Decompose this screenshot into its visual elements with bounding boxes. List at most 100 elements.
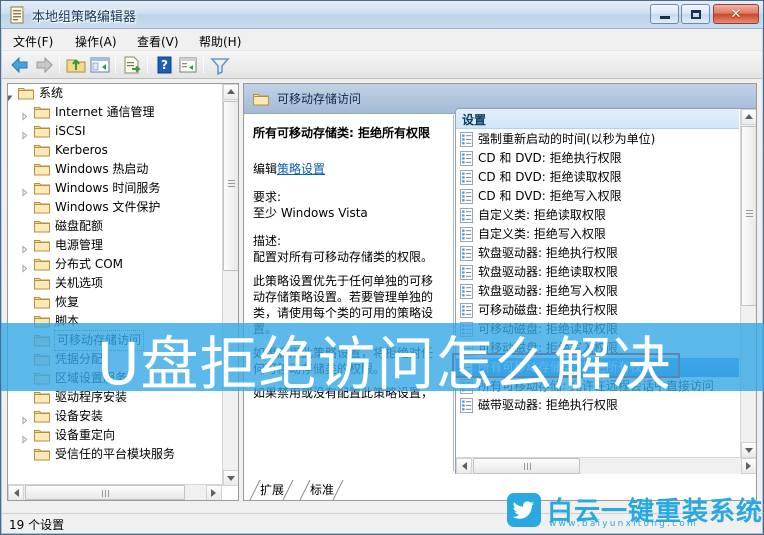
- console-tree[interactable]: 系统 Internet 通信管理 iSCSI Kerberos Windows 热启动 W…: [8, 84, 222, 486]
- tree-item-label: iSCSI: [55, 124, 86, 138]
- tree-item-label: 恢复: [55, 295, 80, 309]
- close-button[interactable]: ✕: [713, 4, 759, 24]
- folder-icon: [34, 447, 50, 461]
- console-tree-pane[interactable]: 系统 Internet 通信管理 iSCSI Kerberos Windows 热启动 W…: [7, 83, 239, 501]
- chevron-right-icon[interactable]: [20, 431, 29, 444]
- tree-scroll-down-button[interactable]: [223, 470, 238, 486]
- menu-item-view[interactable]: 查看(V): [130, 32, 186, 49]
- settings-list-item-label: 自定义类: 拒绝写入权限: [478, 227, 606, 241]
- chevron-right-icon[interactable]: [20, 127, 29, 140]
- tree-item[interactable]: 恢复: [8, 293, 222, 312]
- settings-list-item[interactable]: CD 和 DVD: 拒绝写入权限: [456, 187, 739, 206]
- settings-scroll-right-button[interactable]: [741, 458, 756, 474]
- title-bar[interactable]: 本地组策略编辑器 ✕: [1, 1, 763, 29]
- maximize-button[interactable]: [681, 4, 710, 24]
- up-folder-icon[interactable]: [64, 54, 88, 76]
- tab-standard[interactable]: 标准: [298, 480, 344, 500]
- edit-policy-link[interactable]: 策略设置: [277, 162, 325, 176]
- tree-scroll-thumb[interactable]: [223, 101, 238, 271]
- menu-item-file[interactable]: 文件(F): [6, 32, 60, 49]
- tree-item[interactable]: 系统: [8, 84, 222, 103]
- settings-scroll-thumb[interactable]: [741, 126, 756, 306]
- chevron-right-icon[interactable]: [20, 260, 29, 273]
- svg-text:?: ?: [161, 58, 168, 72]
- chevron-right-icon[interactable]: [20, 108, 29, 121]
- tree-item[interactable]: 磁盘配额: [8, 217, 222, 236]
- tree-item-label: Internet 通信管理: [55, 105, 155, 119]
- folder-icon: [34, 409, 50, 423]
- tree-item[interactable]: 设备重定向: [8, 426, 222, 445]
- folder-icon: [34, 295, 50, 309]
- menu-item-action[interactable]: 操作(A): [68, 32, 124, 49]
- toolbar-separator: [203, 56, 204, 74]
- tree-scroll-left-button[interactable]: [8, 485, 24, 500]
- tree-item[interactable]: iSCSI: [8, 122, 222, 141]
- settings-list-item[interactable]: CD 和 DVD: 拒绝执行权限: [456, 149, 739, 168]
- settings-list-item-label: CD 和 DVD: 拒绝读取权限: [478, 170, 622, 184]
- policy-setting-icon: [460, 189, 473, 204]
- forward-icon[interactable]: [32, 54, 56, 76]
- requirement-label: 要求:: [253, 190, 282, 204]
- tab-extended[interactable]: 扩展: [248, 480, 294, 500]
- filter-icon[interactable]: [208, 54, 232, 76]
- tree-item[interactable]: Windows 文件保护: [8, 198, 222, 217]
- tree-scroll-right-button[interactable]: [206, 485, 222, 500]
- tree-item[interactable]: 分布式 COM: [8, 255, 222, 274]
- settings-list-item[interactable]: 自定义类: 拒绝读取权限: [456, 206, 739, 225]
- folder-icon: [34, 143, 50, 157]
- tree-item[interactable]: 电源管理: [8, 236, 222, 255]
- tree-horizontal-scrollbar[interactable]: [8, 484, 222, 500]
- tree-item[interactable]: Internet 通信管理: [8, 103, 222, 122]
- toolbar-separator: [147, 56, 148, 74]
- folder-icon: [34, 162, 50, 176]
- help-icon[interactable]: ?: [152, 54, 176, 76]
- settings-scroll-down-button[interactable]: [741, 442, 756, 458]
- window-title: 本地组策略编辑器: [32, 10, 137, 25]
- show-console-tree-icon[interactable]: [88, 54, 112, 76]
- tree-vertical-scrollbar[interactable]: [222, 84, 238, 486]
- watermark-url: www.baiyunxitong.com: [549, 519, 698, 529]
- settings-list-item[interactable]: 软盘驱动器: 拒绝执行权限: [456, 244, 739, 263]
- settings-list[interactable]: 强制重新启动的时间(以秒为单位) CD 和 DVD: 拒绝执行权限 CD 和 DVD…: [456, 130, 739, 458]
- tree-item[interactable]: Windows 热启动: [8, 160, 222, 179]
- minimize-button[interactable]: [650, 4, 679, 24]
- tree-item-label: Kerberos: [55, 143, 108, 157]
- folder-icon: [34, 181, 50, 195]
- site-watermark: 白云一键重装系统 www.baiyunxitong.com: [499, 489, 762, 534]
- back-icon[interactable]: [8, 54, 32, 76]
- folder-icon: [253, 92, 269, 106]
- settings-list-item[interactable]: CD 和 DVD: 拒绝读取权限: [456, 168, 739, 187]
- tree-item[interactable]: 受信任的平台模块服务: [8, 445, 222, 464]
- tree-item[interactable]: 设备安装: [8, 407, 222, 426]
- policy-setting-icon: [460, 151, 473, 166]
- toolbar-separator: [59, 56, 60, 74]
- settings-list-item[interactable]: 强制重新启动的时间(以秒为单位): [456, 130, 739, 149]
- settings-horizontal-scrollbar[interactable]: [456, 457, 756, 474]
- properties-icon[interactable]: [176, 54, 200, 76]
- chevron-right-icon[interactable]: [20, 412, 29, 425]
- settings-hscroll-thumb[interactable]: [473, 458, 580, 474]
- export-list-icon[interactable]: [120, 54, 144, 76]
- description-label: 描述:: [253, 234, 282, 248]
- menu-item-help[interactable]: 帮助(H): [192, 32, 248, 49]
- folder-icon: [34, 219, 50, 233]
- chevron-down-icon[interactable]: [8, 89, 13, 101]
- toolbar: ?: [2, 51, 762, 79]
- settings-list-item[interactable]: 软盘驱动器: 拒绝写入权限: [456, 282, 739, 301]
- tree-scroll-up-button[interactable]: [223, 84, 238, 100]
- settings-vertical-scrollbar[interactable]: [740, 109, 756, 458]
- settings-list-item[interactable]: 自定义类: 拒绝写入权限: [456, 225, 739, 244]
- tree-item[interactable]: 关机选项: [8, 274, 222, 293]
- folder-icon: [34, 428, 50, 442]
- chevron-right-icon[interactable]: [20, 184, 29, 197]
- settings-list-header[interactable]: 设置: [456, 109, 739, 129]
- chevron-right-icon[interactable]: [20, 241, 29, 254]
- settings-scroll-up-button[interactable]: [741, 109, 756, 125]
- tree-hscroll-thumb[interactable]: [25, 485, 185, 500]
- settings-list-item[interactable]: 软盘驱动器: 拒绝读取权限: [456, 263, 739, 282]
- settings-list-item-label: 软盘驱动器: 拒绝读取权限: [478, 265, 618, 279]
- tree-item[interactable]: Kerberos: [8, 141, 222, 160]
- content-area: 系统 Internet 通信管理 iSCSI Kerberos Windows 热启动 W…: [2, 79, 762, 517]
- tree-item[interactable]: Windows 时间服务: [8, 179, 222, 198]
- settings-scroll-left-button[interactable]: [456, 458, 472, 474]
